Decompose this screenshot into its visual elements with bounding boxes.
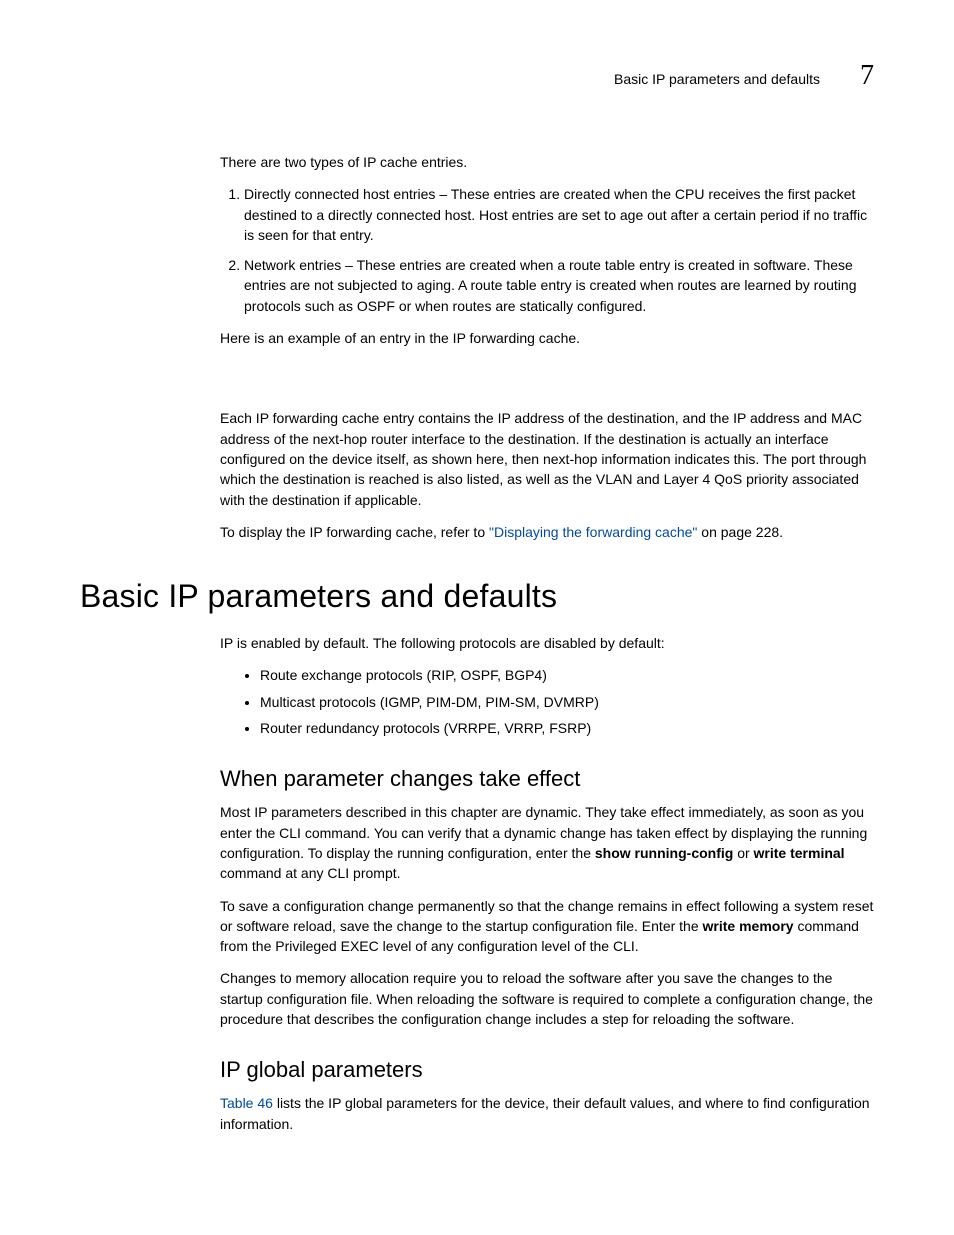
- running-title: Basic IP parameters and defaults: [614, 71, 820, 87]
- text-fragment: or: [733, 845, 753, 861]
- subsection-heading: IP global parameters: [220, 1057, 874, 1083]
- section-intro: IP is enabled by default. The following …: [220, 633, 874, 653]
- running-header: Basic IP parameters and defaults 7: [80, 60, 874, 92]
- section-heading: Basic IP parameters and defaults: [80, 578, 874, 615]
- text-fragment: on page 228.: [697, 524, 783, 540]
- forwarding-cache-link[interactable]: "Displaying the forwarding cache": [489, 524, 697, 540]
- cache-entry-types-list: Directly connected host entries – These …: [220, 184, 874, 316]
- paragraph: Table 46 lists the IP global parameters …: [220, 1093, 874, 1134]
- paragraph: Most IP parameters described in this cha…: [220, 802, 874, 883]
- subsection-heading: When parameter changes take effect: [220, 766, 874, 792]
- command-name: write terminal: [754, 845, 845, 861]
- body-content: There are two types of IP cache entries.…: [220, 152, 874, 1134]
- text-fragment: To display the IP forwarding cache, refe…: [220, 524, 489, 540]
- list-item: Network entries – These entries are crea…: [244, 255, 874, 316]
- command-name: write memory: [703, 918, 794, 934]
- cache-description: Each IP forwarding cache entry contains …: [220, 408, 874, 509]
- list-item: Router redundancy protocols (VRRPE, VRRP…: [260, 718, 874, 738]
- disabled-protocols-list: Route exchange protocols (RIP, OSPF, BGP…: [220, 665, 874, 738]
- example-placeholder: [220, 360, 874, 408]
- text-fragment: lists the IP global parameters for the d…: [220, 1095, 870, 1131]
- list-item: Directly connected host entries – These …: [244, 184, 874, 245]
- paragraph: Changes to memory allocation require you…: [220, 968, 874, 1029]
- list-item: Multicast protocols (IGMP, PIM-DM, PIM-S…: [260, 692, 874, 712]
- paragraph: To save a configuration change permanent…: [220, 896, 874, 957]
- table-link[interactable]: Table 46: [220, 1095, 273, 1111]
- command-name: show running-config: [595, 845, 733, 861]
- example-intro: Here is an example of an entry in the IP…: [220, 328, 874, 348]
- chapter-number: 7: [860, 60, 874, 92]
- intro-paragraph: There are two types of IP cache entries.: [220, 152, 874, 172]
- text-fragment: command at any CLI prompt.: [220, 865, 401, 881]
- display-reference: To display the IP forwarding cache, refe…: [220, 522, 874, 542]
- list-item: Route exchange protocols (RIP, OSPF, BGP…: [260, 665, 874, 685]
- page: Basic IP parameters and defaults 7 There…: [0, 0, 954, 1235]
